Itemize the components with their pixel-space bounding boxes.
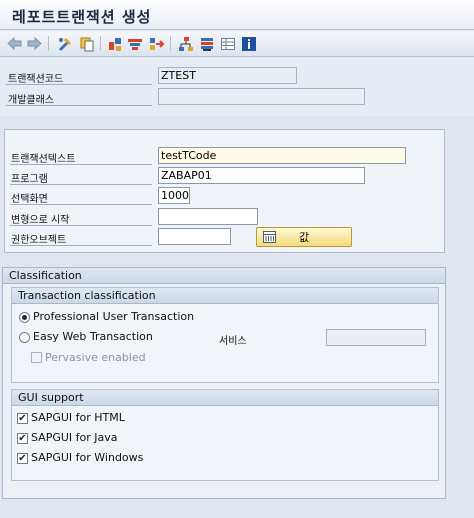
program-label: 프로그램: [11, 174, 48, 185]
pervasive-enabled-checkbox[interactable]: [31, 352, 42, 363]
divider: [10, 245, 152, 246]
transaction-text-label: 트랜잭션텍스트: [11, 154, 76, 165]
title-bar: 레포트트랜잭션 생성: [0, 0, 474, 30]
sapgui-java-label: SAPGUI for Java: [31, 431, 118, 444]
application-toolbar: [0, 31, 474, 57]
sapgui-windows-checkbox[interactable]: ✔: [17, 453, 28, 464]
service-field: [326, 329, 426, 346]
pervasive-enabled-label: Pervasive enabled: [45, 351, 146, 364]
variant-input[interactable]: [158, 208, 258, 225]
tcode-label: 트랜잭션코드: [8, 74, 64, 85]
selection-screen-label: 선택화면: [11, 194, 48, 205]
values-button-label: 값: [298, 231, 310, 244]
devclass-field: [158, 88, 365, 105]
sapgui-html-checkbox[interactable]: ✔: [17, 413, 28, 424]
tcode-field: ZTEST: [158, 67, 297, 84]
professional-user-label: Professional User Transaction: [33, 310, 195, 323]
transaction-classification-title: Transaction classification: [12, 288, 438, 304]
divider: [6, 84, 152, 85]
start-with-variant-label: 변형으로 시작: [11, 215, 70, 226]
divider: [10, 225, 152, 226]
transaction-text-input[interactable]: testTCode: [158, 147, 406, 164]
classification-title: Classification: [3, 268, 445, 284]
layout-icon[interactable]: [198, 35, 215, 52]
divider: [10, 204, 152, 205]
easy-web-label: Easy Web Transaction: [33, 330, 153, 343]
professional-user-radio[interactable]: [19, 312, 30, 323]
info-icon[interactable]: [240, 35, 257, 52]
service-label: 서비스: [219, 336, 247, 347]
back-arrow-icon[interactable]: [6, 35, 23, 52]
sapgui-html-label: SAPGUI for HTML: [31, 411, 125, 424]
table-icon: [263, 231, 276, 243]
selection-screen-input[interactable]: 1000: [158, 187, 190, 204]
devclass-label: 개발클래스: [8, 95, 54, 106]
divider: [10, 184, 152, 185]
generate-icon[interactable]: [126, 35, 143, 52]
hierarchy-icon[interactable]: [177, 35, 194, 52]
check-icon[interactable]: [106, 35, 123, 52]
copy-icon[interactable]: [78, 35, 95, 52]
divider: [6, 105, 152, 106]
forward-arrow-icon[interactable]: [26, 35, 43, 52]
where-used-icon[interactable]: [148, 35, 165, 52]
display-change-icon[interactable]: [56, 35, 73, 52]
toolbar-separator: [48, 36, 49, 51]
gui-support-title: GUI support: [12, 390, 438, 406]
values-button[interactable]: 값: [256, 227, 352, 247]
sapgui-windows-label: SAPGUI for Windows: [31, 451, 144, 464]
table-icon[interactable]: [219, 35, 236, 52]
toolbar-separator: [170, 36, 171, 51]
authorization-object-input[interactable]: [158, 228, 231, 245]
authorization-object-label: 권한오브젝트: [11, 235, 67, 246]
program-input[interactable]: ZABAP01: [158, 167, 365, 184]
easy-web-radio[interactable]: [19, 332, 30, 343]
page-title: 레포트트랜잭션 생성: [12, 8, 152, 26]
sapgui-java-checkbox[interactable]: ✔: [17, 433, 28, 444]
divider: [10, 164, 152, 165]
toolbar-separator: [100, 36, 101, 51]
